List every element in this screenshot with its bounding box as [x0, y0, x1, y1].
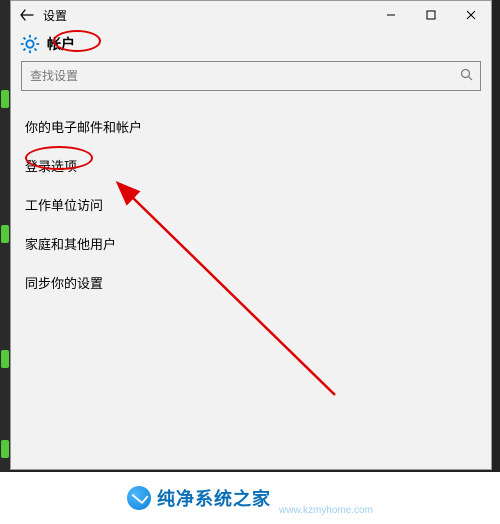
brand-logo-icon — [127, 486, 151, 510]
maximize-button[interactable] — [411, 1, 451, 29]
menu-item-work-access[interactable]: 工作单位访问 — [25, 185, 491, 224]
titlebar: 设置 — [11, 1, 491, 29]
search-input[interactable] — [21, 61, 481, 91]
desktop-left-strip — [0, 0, 10, 524]
gear-icon — [19, 33, 41, 55]
menu-item-signin-options[interactable]: 登录选项 — [25, 146, 491, 185]
search-container — [21, 61, 481, 91]
back-button[interactable] — [17, 5, 37, 25]
search-icon — [460, 68, 473, 84]
window-title: 设置 — [43, 7, 67, 24]
brand-url: www.kzmyhome.com — [279, 505, 373, 516]
minimize-button[interactable] — [371, 1, 411, 29]
menu-item-family-users[interactable]: 家庭和其他用户 — [25, 224, 491, 263]
close-button[interactable] — [451, 1, 491, 29]
settings-window: 设置 帐户 — [10, 0, 492, 470]
menu-item-sync-settings[interactable]: 同步你的设置 — [25, 263, 491, 302]
watermark-footer: 纯净系统之家 www.kzmyhome.com — [0, 472, 500, 524]
header-row: 帐户 — [11, 29, 491, 61]
menu-item-email-accounts[interactable]: 你的电子邮件和帐户 — [25, 107, 491, 146]
page-title: 帐户 — [47, 34, 75, 54]
settings-menu: 你的电子邮件和帐户 登录选项 工作单位访问 家庭和其他用户 同步你的设置 — [11, 101, 491, 302]
brand-name: 纯净系统之家 — [157, 485, 271, 511]
